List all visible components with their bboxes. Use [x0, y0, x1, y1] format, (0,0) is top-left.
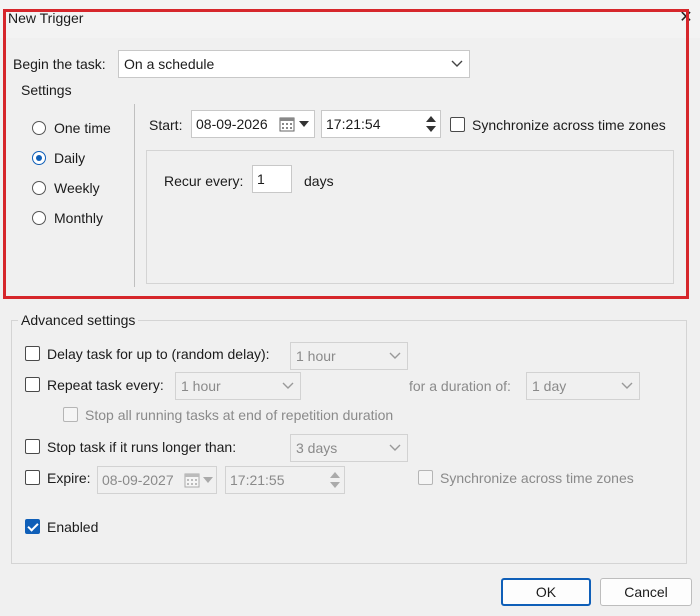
spin-down-icon[interactable] — [328, 480, 342, 491]
spin-down-icon[interactable] — [424, 124, 438, 135]
chevron-down-icon — [389, 444, 401, 451]
start-date-picker[interactable]: 08-09-2026 — [191, 110, 315, 138]
delay-checkbox[interactable] — [25, 346, 40, 361]
radio-weekly-label: Weekly — [54, 180, 100, 196]
recur-unit-label: days — [304, 173, 334, 189]
duration-value: 1 day — [532, 378, 567, 394]
repeat-dropdown[interactable]: 1 hour — [175, 372, 301, 400]
expire-sync-label: Synchronize across time zones — [440, 470, 634, 486]
start-time-value: 17:21:54 — [326, 116, 381, 132]
radio-daily-label: Daily — [54, 150, 86, 166]
delay-dropdown[interactable]: 1 hour — [290, 342, 408, 370]
settings-group-label: Settings — [18, 82, 75, 98]
delay-label: Delay task for up to (random delay): — [47, 346, 270, 362]
expire-time-field[interactable]: 17:21:55 — [225, 466, 345, 494]
radio-one-time[interactable] — [32, 121, 46, 135]
recur-every-input[interactable]: 1 — [252, 165, 292, 193]
duration-label: for a duration of: — [409, 378, 511, 394]
radio-monthly[interactable] — [32, 211, 46, 225]
radio-weekly[interactable] — [32, 181, 46, 195]
begin-task-value: On a schedule — [124, 56, 215, 72]
date-dropdown-icon — [203, 477, 213, 483]
start-label: Start: — [149, 117, 183, 133]
duration-dropdown[interactable]: 1 day — [526, 372, 640, 400]
stop-running-label: Stop all running tasks at end of repetit… — [85, 407, 394, 423]
repeat-checkbox[interactable] — [25, 377, 40, 392]
repeat-value: 1 hour — [181, 378, 221, 394]
calendar-icon — [184, 473, 200, 488]
radio-monthly-label: Monthly — [54, 210, 104, 226]
title-bar — [0, 0, 700, 38]
chevron-down-icon — [621, 382, 633, 389]
cancel-button[interactable]: Cancel — [600, 578, 692, 606]
radio-one-time-label: One time — [54, 120, 111, 136]
settings-separator — [134, 104, 135, 287]
start-date-value: 08-09-2026 — [196, 116, 268, 132]
ok-button[interactable]: OK — [501, 578, 591, 606]
begin-task-dropdown[interactable]: On a schedule — [118, 50, 470, 78]
radio-daily[interactable] — [32, 151, 46, 165]
stop-longer-label: Stop task if it runs longer than: — [47, 439, 237, 455]
sync-timezones-label: Synchronize across time zones — [472, 117, 666, 133]
window-title: New Trigger — [8, 10, 84, 26]
expire-date-value: 08-09-2027 — [102, 472, 174, 488]
date-dropdown-icon — [299, 121, 309, 127]
begin-task-label: Begin the task: — [13, 56, 106, 72]
enabled-label: Enabled — [47, 519, 99, 535]
chevron-down-icon — [389, 352, 401, 359]
sync-timezones-checkbox[interactable] — [450, 117, 465, 132]
expire-label: Expire: — [47, 470, 91, 486]
spin-up-icon[interactable] — [424, 113, 438, 124]
stop-longer-checkbox[interactable] — [25, 439, 40, 454]
recur-every-label: Recur every: — [164, 173, 244, 189]
stop-longer-value: 3 days — [296, 440, 338, 456]
start-time-field[interactable]: 17:21:54 — [321, 110, 441, 138]
chevron-down-icon — [451, 60, 463, 67]
repeat-label: Repeat task every: — [47, 377, 164, 393]
expire-sync-checkbox[interactable] — [418, 470, 433, 485]
expire-date-picker[interactable]: 08-09-2027 — [97, 466, 217, 494]
calendar-icon — [279, 117, 295, 132]
chevron-down-icon — [282, 382, 294, 389]
delay-value: 1 hour — [296, 348, 336, 364]
stop-longer-dropdown[interactable]: 3 days — [290, 434, 408, 462]
close-icon[interactable]: ✕ — [676, 8, 696, 28]
advanced-settings-label: Advanced settings — [18, 312, 139, 328]
expire-time-value: 17:21:55 — [230, 472, 285, 488]
stop-running-checkbox[interactable] — [63, 407, 78, 422]
recurrence-panel — [146, 150, 674, 284]
enabled-checkbox[interactable] — [25, 519, 40, 534]
expire-checkbox[interactable] — [25, 470, 40, 485]
spin-up-icon[interactable] — [328, 469, 342, 480]
